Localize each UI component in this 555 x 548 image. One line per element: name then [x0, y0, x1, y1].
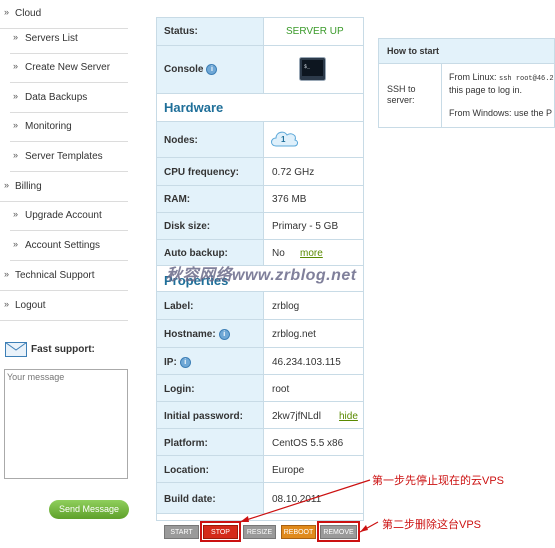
how-to-start-title: How to start: [387, 46, 440, 56]
how-to-start-header: How to start: [379, 39, 554, 64]
how-to-start-panel: How to start SSH to server: From Linux: …: [378, 38, 555, 128]
annotation-step2: 第二步删除这台VPS: [382, 519, 482, 531]
linux-text: From Linux:: [449, 72, 500, 82]
windows-instructions: From Windows: use the P: [449, 108, 553, 118]
ssh-label-cell: SSH to server:: [379, 64, 442, 127]
linux-instructions: From Linux: ssh root@46.2 this page to l…: [449, 72, 554, 96]
linux-command: ssh root@46.2: [499, 75, 554, 83]
linux-text-2: this page to log in.: [449, 85, 523, 95]
annotation-step1: 第一步先停止现在的云VPS: [372, 475, 505, 487]
ssh-label: SSH to server:: [387, 84, 416, 105]
